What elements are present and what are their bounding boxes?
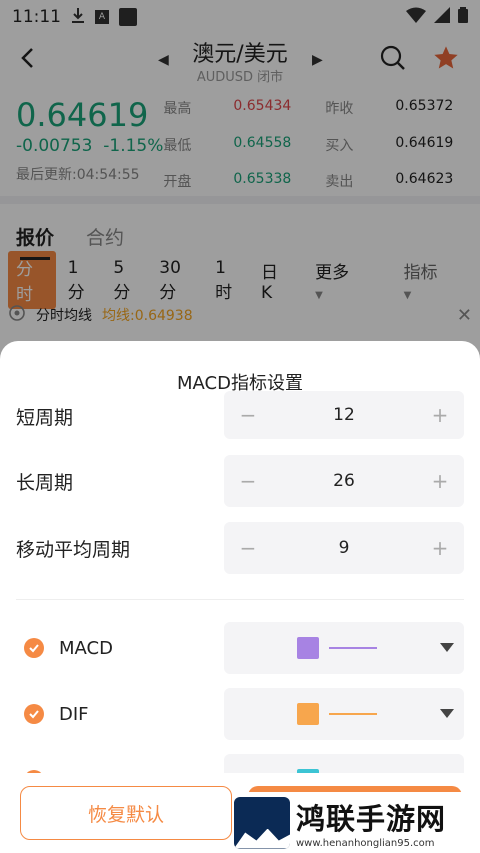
color-picker-dif[interactable] — [224, 688, 464, 740]
sheet-title: MACD指标设置 — [177, 373, 303, 394]
minus-icon[interactable]: − — [238, 469, 258, 493]
color-picker-macd[interactable] — [224, 622, 464, 674]
param-row-signal: 移动平均周期 − 9 + — [0, 522, 480, 574]
line-style-preview — [329, 713, 377, 715]
dropdown-arrow-icon — [440, 643, 454, 652]
section-divider — [16, 599, 464, 600]
param-label: 短周期 — [16, 406, 74, 429]
plus-icon[interactable]: + — [430, 469, 450, 493]
stepper-value[interactable]: 26 — [333, 471, 355, 491]
watermark-logo — [234, 796, 290, 849]
checkbox-checked-icon[interactable] — [24, 638, 44, 658]
plus-icon[interactable]: + — [430, 403, 450, 427]
long-period-stepper: − 26 + — [224, 455, 464, 507]
plus-icon[interactable]: + — [430, 536, 450, 560]
reset-default-button[interactable]: 恢复默认 — [20, 786, 232, 840]
checkbox-checked-icon[interactable] — [24, 704, 44, 724]
param-row-short: 短周期 − 12 + — [0, 391, 480, 441]
stepper-value[interactable]: 12 — [333, 405, 355, 425]
color-swatch — [297, 637, 319, 659]
stepper-value[interactable]: 9 — [339, 538, 350, 558]
param-label: 长周期 — [16, 471, 74, 494]
minus-icon[interactable]: − — [238, 403, 258, 427]
color-swatch — [297, 703, 319, 725]
short-period-stepper: − 12 + — [224, 391, 464, 439]
dropdown-arrow-icon — [440, 709, 454, 718]
param-row-long: 长周期 − 26 + — [0, 455, 480, 507]
watermark-url: www.henanhonglian95.com — [296, 838, 435, 849]
param-label: 移动平均周期 — [16, 538, 131, 561]
minus-icon[interactable]: − — [238, 536, 258, 560]
watermark: 鸿联手游网 www.henanhonglian95.com — [232, 792, 480, 853]
line-label: DIF — [59, 703, 89, 725]
line-row-macd: MACD — [0, 622, 480, 674]
line-label: MACD — [59, 637, 113, 659]
line-style-preview — [329, 647, 377, 649]
watermark-title: 鸿联手游网 — [296, 802, 447, 836]
line-row-dif: DIF — [0, 688, 480, 740]
signal-period-stepper: − 9 + — [224, 522, 464, 574]
